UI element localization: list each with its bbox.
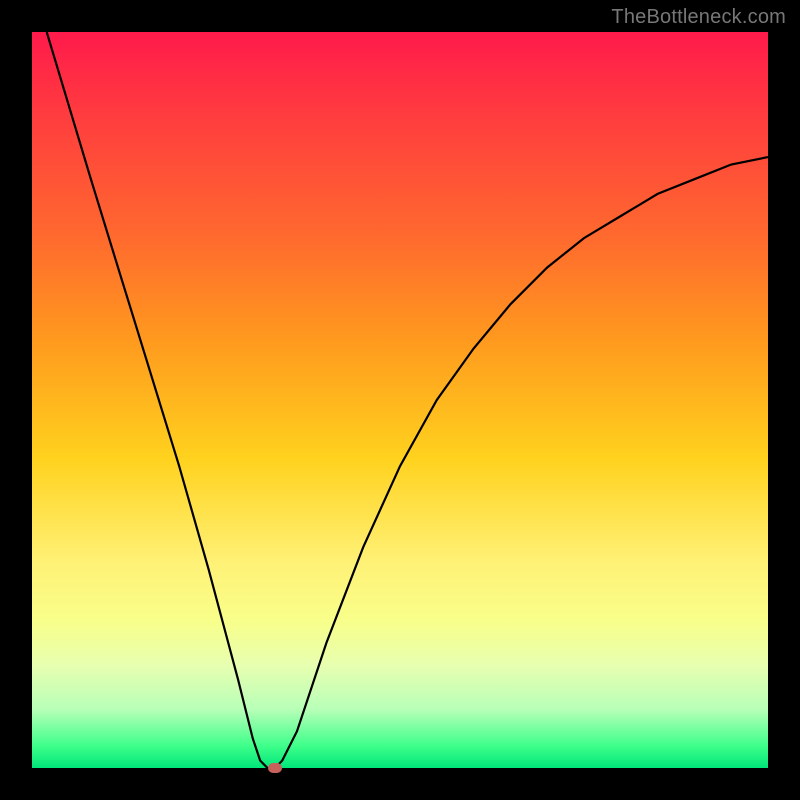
curve-path	[47, 32, 768, 768]
bottleneck-curve	[32, 32, 768, 768]
minimum-marker	[268, 763, 282, 773]
chart-frame: TheBottleneck.com	[0, 0, 800, 800]
plot-area	[32, 32, 768, 768]
watermark-text: TheBottleneck.com	[611, 6, 786, 29]
